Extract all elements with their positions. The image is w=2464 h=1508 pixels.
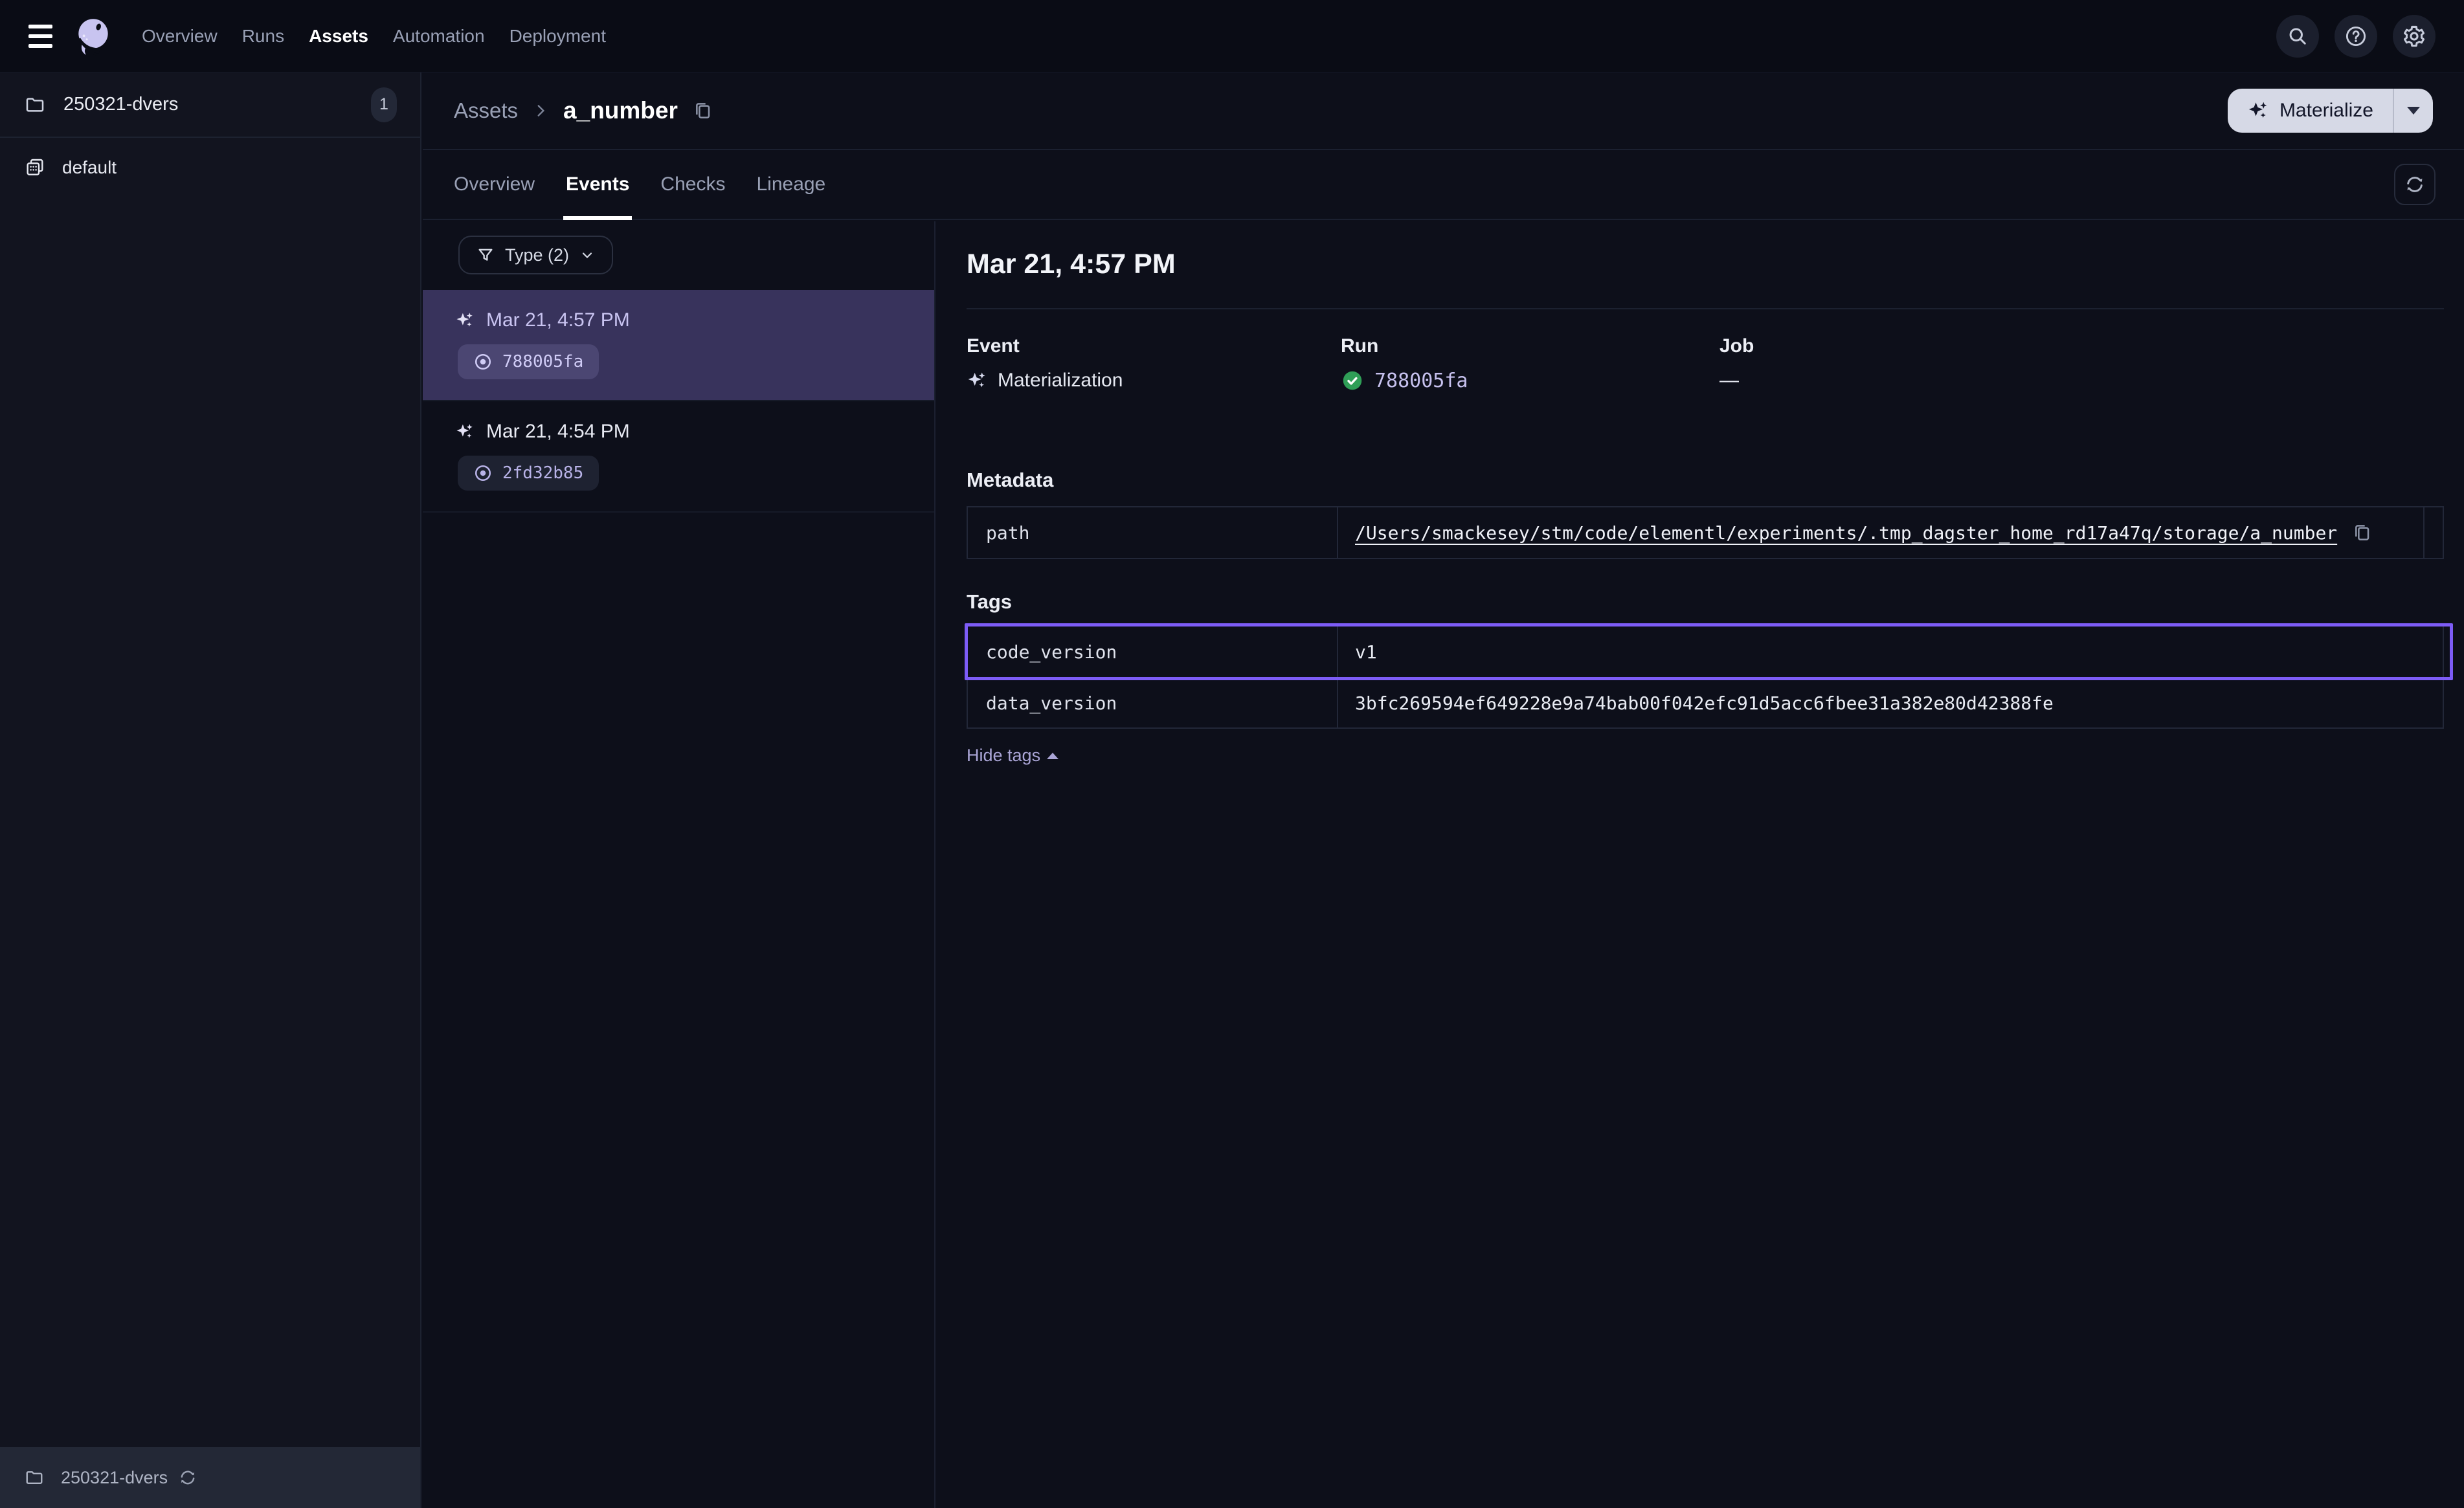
asset-name-title: a_number (563, 97, 678, 124)
tag-row-code-version: code_version v1 (968, 626, 2443, 677)
refresh-icon (2404, 173, 2426, 195)
asset-tabs: Overview Events Checks Lineage (423, 150, 2464, 220)
run-id-pill[interactable]: 2fd32b85 (458, 456, 599, 491)
footer-code-location-label: 250321-dvers (61, 1468, 168, 1488)
materialize-button[interactable]: Materialize (2228, 100, 2393, 122)
materialize-sparkle-icon (2247, 100, 2269, 122)
divider (967, 308, 2444, 309)
nav-deployment[interactable]: Deployment (510, 26, 606, 47)
copy-asset-name-icon[interactable] (692, 100, 713, 121)
folder-icon (25, 94, 45, 115)
event-timestamp: Mar 21, 4:54 PM (486, 421, 630, 443)
hide-tags-label: Hide tags (967, 746, 1040, 766)
event-column-header: Event (967, 335, 1341, 357)
hamburger-menu-icon[interactable] (28, 25, 52, 48)
materialization-sparkle-icon (967, 370, 987, 391)
run-id-pill[interactable]: 788005fa (458, 344, 599, 379)
chevron-down-icon (579, 247, 595, 263)
metadata-path-link[interactable]: /Users/smackesey/stm/code/elementl/exper… (1355, 522, 2337, 544)
reload-location-icon[interactable] (178, 1468, 197, 1487)
tags-table: code_version v1 data_version 3bfc269594e… (967, 625, 2444, 729)
tab-checks[interactable]: Checks (660, 150, 725, 219)
event-detail-panel: Mar 21, 4:57 PM Event Run Job Materializ… (935, 221, 2464, 1508)
help-icon (2344, 24, 2368, 49)
run-circle-dot-icon (473, 463, 493, 483)
copy-path-icon[interactable] (2351, 522, 2372, 543)
type-filter-label: Type (2) (505, 245, 569, 265)
event-list-item[interactable]: Mar 21, 4:57 PM 788005fa (423, 290, 934, 401)
chevron-right-icon (532, 102, 549, 119)
run-id-label: 2fd32b85 (502, 463, 583, 483)
materialization-sparkle-icon (455, 311, 475, 330)
sidebar-group-250321-dvers[interactable]: 250321-dvers 1 (0, 72, 420, 138)
tag-row-data-version: data_version 3bfc269594ef649228e9a74bab0… (968, 677, 2443, 727)
tag-key: code_version (968, 626, 1338, 677)
run-success-icon (1341, 369, 1364, 392)
tags-heading: Tags (967, 590, 2444, 614)
sidebar-item-label: default (62, 157, 117, 178)
metadata-table: path /Users/smackesey/stm/code/elementl/… (967, 506, 2444, 559)
materialize-button-label: Materialize (2279, 100, 2373, 122)
event-detail-title: Mar 21, 4:57 PM (967, 247, 2444, 281)
materialize-dropdown-button[interactable] (2394, 89, 2433, 133)
primary-nav: Overview Runs Assets Automation Deployme… (142, 26, 606, 47)
sidebar-footer: 250321-dvers (0, 1447, 420, 1508)
run-id-link[interactable]: 788005fa (1374, 370, 1468, 392)
materialize-split-button: Materialize (2228, 89, 2433, 133)
event-timestamp: Mar 21, 4:57 PM (486, 309, 630, 331)
search-icon (2286, 25, 2309, 48)
event-list-panel: Type (2) Mar 21, 4:57 PM (423, 221, 935, 1508)
asset-group-icon (25, 157, 45, 178)
tag-value: v1 (1338, 626, 2443, 677)
help-button[interactable] (2335, 15, 2377, 58)
sidebar-item-default[interactable]: default (0, 138, 420, 197)
folder-icon (25, 1468, 44, 1487)
caret-up-icon (1047, 753, 1058, 759)
job-value: — (1719, 370, 1739, 392)
search-button[interactable] (2276, 15, 2319, 58)
nav-overview[interactable]: Overview (142, 26, 218, 47)
tab-overview[interactable]: Overview (454, 150, 535, 219)
run-column-header: Run (1341, 335, 1719, 357)
nav-automation[interactable]: Automation (393, 26, 485, 47)
main-content: Assets a_number Materialize (423, 72, 2464, 1508)
breadcrumb: Assets a_number Materialize (423, 72, 2464, 150)
event-list-item[interactable]: Mar 21, 4:54 PM 2fd32b85 (423, 401, 934, 513)
type-filter-button[interactable]: Type (2) (458, 236, 613, 274)
dagster-logo-icon[interactable] (72, 15, 115, 58)
asset-sidebar: 250321-dvers 1 default 250321-dvers (0, 72, 421, 1508)
gear-icon (2402, 24, 2426, 49)
settings-button[interactable] (2393, 15, 2436, 58)
filter-funnel-icon (476, 246, 495, 264)
run-id-label: 788005fa (502, 352, 583, 371)
caret-down-icon (2407, 107, 2420, 115)
event-type-value: Materialization (998, 370, 1123, 392)
nav-runs[interactable]: Runs (242, 26, 284, 47)
materialization-sparkle-icon (455, 422, 475, 441)
tab-lineage[interactable]: Lineage (756, 150, 825, 219)
group-count-badge: 1 (371, 87, 397, 122)
table-end-cell (2423, 507, 2443, 558)
metadata-heading: Metadata (967, 469, 2444, 492)
metadata-key: path (968, 507, 1338, 558)
tag-value: 3bfc269594ef649228e9a74bab00f042efc91d5a… (1338, 678, 2443, 727)
top-nav: Overview Runs Assets Automation Deployme… (0, 0, 2464, 72)
sidebar-group-label: 250321-dvers (63, 94, 178, 115)
tag-key: data_version (968, 678, 1338, 727)
run-circle-dot-icon (473, 352, 493, 371)
hide-tags-link[interactable]: Hide tags (967, 746, 1058, 766)
nav-assets[interactable]: Assets (309, 26, 368, 47)
refresh-button[interactable] (2394, 164, 2436, 205)
tab-events[interactable]: Events (566, 150, 629, 219)
breadcrumb-assets-link[interactable]: Assets (454, 98, 518, 123)
job-column-header: Job (1719, 335, 2444, 357)
